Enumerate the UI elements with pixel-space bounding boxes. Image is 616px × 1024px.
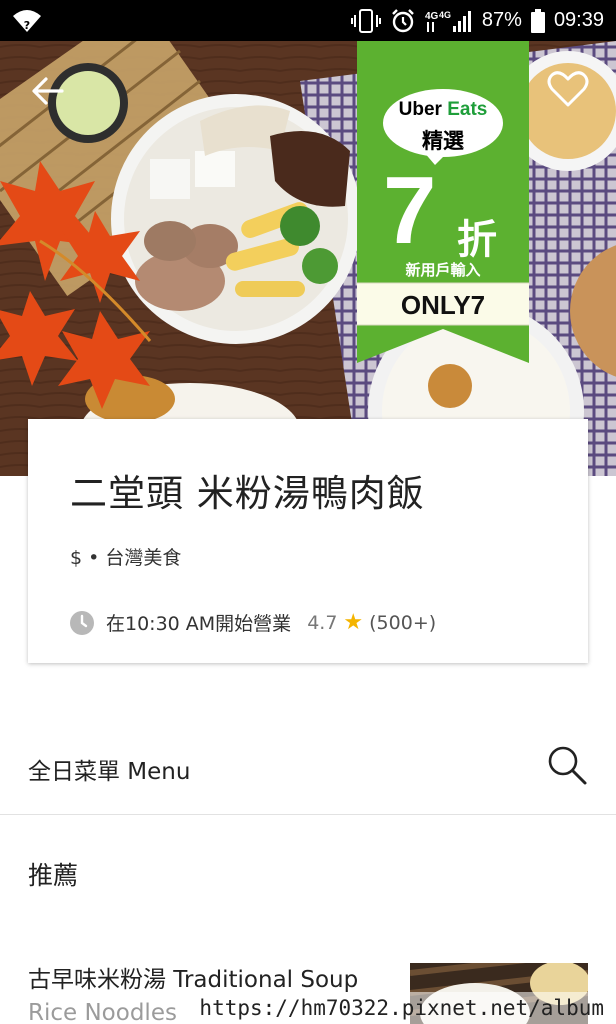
svg-text:4G: 4G (425, 11, 439, 22)
cuisine-label: 台灣美食 (105, 547, 182, 569)
promo-code: ONLY7 (400, 290, 486, 320)
opening-hours: 在10:30 AM開始營業 (106, 613, 292, 635)
uber-eats-logo: Uber Eats (398, 99, 488, 120)
hours-rating-row: 在10:30 AM開始營業 4.7 ★ (500+) (70, 609, 436, 636)
rating-value: 4.7 (307, 611, 338, 634)
divider (0, 814, 616, 815)
favorite-button[interactable] (546, 67, 590, 111)
meta-separator: • (88, 547, 106, 569)
price-level: $ (70, 547, 83, 569)
promo-discount-number: 7 (383, 157, 437, 264)
promo-discount-unit: 折 (457, 217, 497, 263)
star-icon: ★ (343, 610, 364, 635)
svg-text:4G: 4G (439, 10, 451, 20)
watermark-url: https://hm70322.pixnet.net/album (0, 992, 616, 1024)
svg-text:?: ? (24, 19, 30, 32)
status-bar: ? 4G 4G 87% 09:39 (0, 0, 616, 41)
alarm-icon (390, 8, 416, 34)
review-count: (500+) (369, 611, 437, 634)
promo-selection-label: 精選 (422, 129, 464, 153)
clock-icon (70, 610, 94, 635)
battery-icon (530, 8, 545, 33)
vibrate-icon (350, 8, 381, 33)
search-icon (548, 746, 587, 785)
promo-new-user-text: 新用戶輸入 (405, 261, 481, 279)
clock-time: 09:39 (553, 9, 604, 31)
restaurant-info-card: 二堂頭 米粉湯鴨肉飯 $ • 台灣美食 在10:30 AM開始營業 4.7 ★ … (28, 419, 588, 663)
section-title-recommended: 推薦 (28, 861, 79, 890)
menu-title[interactable]: 全日菜單 Menu (28, 752, 190, 786)
wifi-icon: ? (12, 8, 42, 34)
restaurant-name: 二堂頭 米粉湯鴨肉飯 (70, 472, 425, 515)
arrow-left-icon (32, 77, 64, 105)
restaurant-meta: $ • 台灣美食 (70, 543, 181, 570)
signal-icon: 4G 4G (425, 8, 473, 34)
heart-outline-icon (547, 71, 589, 107)
menu-search-button[interactable] (546, 744, 588, 786)
promo-banner: Uber Eats 精選 7 折 新用戶輸入 ONLY7 (357, 41, 529, 363)
back-button[interactable] (28, 71, 68, 111)
battery-percent: 87% (481, 9, 522, 31)
